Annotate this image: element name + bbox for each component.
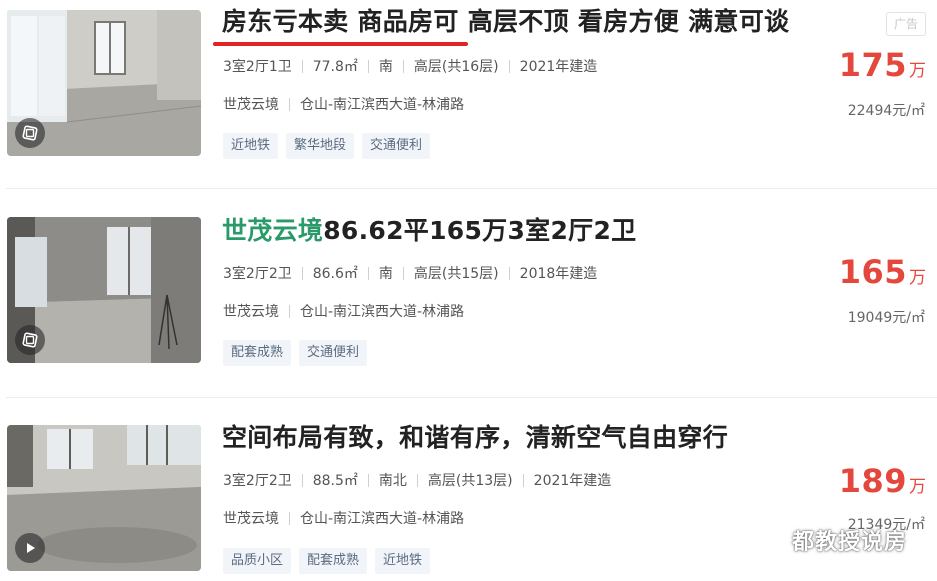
meta-orientation: 南北 [378,473,407,489]
total-price: 175 万 [839,46,926,84]
community-link[interactable]: 世茂云境 [223,301,279,321]
unit-price: 19049元/㎡ [847,310,925,326]
listing-title[interactable]: 世茂云境86.62平165万3室2厅2卫 [222,215,636,247]
listing-location: 世茂云境 仓山-南江滨西大道-林浦路 [223,94,464,114]
meta-layout: 3室2厅2卫 [223,266,292,282]
meta-area: 77.8㎡ [312,59,358,75]
divider [508,266,510,280]
tag: 交通便利 [299,340,368,366]
divider [522,473,524,487]
price-unit: 万 [909,61,926,81]
tag: 近地铁 [223,133,279,159]
vr-icon[interactable] [15,118,45,148]
meta-floor: 高层(共16层) [413,59,499,75]
meta-built: 2021年建造 [533,473,612,489]
title-community-highlight: 世茂云境 [222,216,324,245]
location-link[interactable]: 仓山-南江滨西大道-林浦路 [300,508,464,528]
title-underline-mark [213,42,468,46]
divider [367,266,369,280]
price-unit: 万 [909,477,926,497]
meta-built: 2021年建造 [519,59,598,75]
listing-photo[interactable] [7,425,201,571]
ad-badge: 广告 [886,12,926,36]
tag-list: 配套成熟 交通便利 [223,340,368,366]
divider [508,59,510,73]
meta-built: 2018年建造 [519,266,598,282]
listing-page: 房东亏本卖 商品房可 高层不顶 看房方便 满意可谈 广告 3室2厅1卫 77.8… [0,0,937,581]
tag: 配套成熟 [223,340,292,366]
price-value: 175 [838,46,907,84]
location-link[interactable]: 仓山-南江滨西大道-林浦路 [300,301,464,321]
divider [367,59,369,73]
meta-floor: 高层(共13层) [427,473,513,489]
divider [301,266,303,280]
unit-price: 22494元/㎡ [847,103,925,119]
wechat-icon [753,527,784,552]
community-link[interactable]: 世茂云境 [223,94,279,114]
listing-meta: 3室2厅2卫 86.6㎡ 南 高层(共15层) 2018年建造 [223,263,597,283]
divider [301,59,303,73]
meta-area: 88.5㎡ [312,473,358,489]
price-value: 165 [838,253,907,291]
listing-card[interactable]: 房东亏本卖 商品房可 高层不顶 看房方便 满意可谈 广告 3室2厅1卫 77.8… [0,0,937,188]
meta-floor: 高层(共15层) [413,266,499,282]
divider [301,473,303,487]
price-unit: 万 [909,268,926,288]
title-text: 86.62平165万3室2厅2卫 [323,216,637,245]
wechat-watermark: 都教授说房 [752,524,907,556]
meta-layout: 3室2厅2卫 [223,473,292,489]
divider [367,473,369,487]
meta-area: 86.6㎡ [312,266,358,282]
play-icon[interactable] [15,533,45,563]
tag: 交通便利 [362,133,431,159]
listing-photo[interactable] [7,217,201,363]
price-value: 189 [838,462,907,500]
total-price: 165 万 [839,253,926,291]
divider [289,304,290,318]
listing-meta: 3室2厅2卫 88.5㎡ 南北 高层(共13层) 2021年建造 [223,470,611,490]
listing-meta: 3室2厅1卫 77.8㎡ 南 高层(共16层) 2021年建造 [223,56,597,76]
tag: 品质小区 [223,548,292,574]
divider [289,511,290,525]
divider [289,97,290,111]
location-link[interactable]: 仓山-南江滨西大道-林浦路 [300,94,464,114]
tag-list: 近地铁 繁华地段 交通便利 [223,133,431,159]
tag: 近地铁 [375,548,431,574]
community-link[interactable]: 世茂云境 [223,508,279,528]
listing-photo[interactable] [7,10,201,156]
meta-orientation: 南 [378,59,393,75]
meta-layout: 3室2厅1卫 [223,59,292,75]
divider [402,266,404,280]
divider [402,59,404,73]
listing-title[interactable]: 空间布局有致，和谐有序，清新空气自由穿行 [222,422,728,454]
listing-title[interactable]: 房东亏本卖 商品房可 高层不顶 看房方便 满意可谈 [222,6,789,38]
listing-card[interactable]: 世茂云境86.62平165万3室2厅2卫 3室2厅2卫 86.6㎡ 南 高层(共… [0,189,937,389]
tag: 配套成熟 [299,548,368,574]
watermark-text: 都教授说房 [792,530,908,555]
vr-icon[interactable] [15,325,45,355]
divider [416,473,418,487]
listing-location: 世茂云境 仓山-南江滨西大道-林浦路 [223,508,464,528]
listing-location: 世茂云境 仓山-南江滨西大道-林浦路 [223,301,464,321]
tag: 繁华地段 [286,133,355,159]
total-price: 189 万 [839,462,926,500]
tag-list: 品质小区 配套成熟 近地铁 [223,548,431,574]
meta-orientation: 南 [378,266,393,282]
